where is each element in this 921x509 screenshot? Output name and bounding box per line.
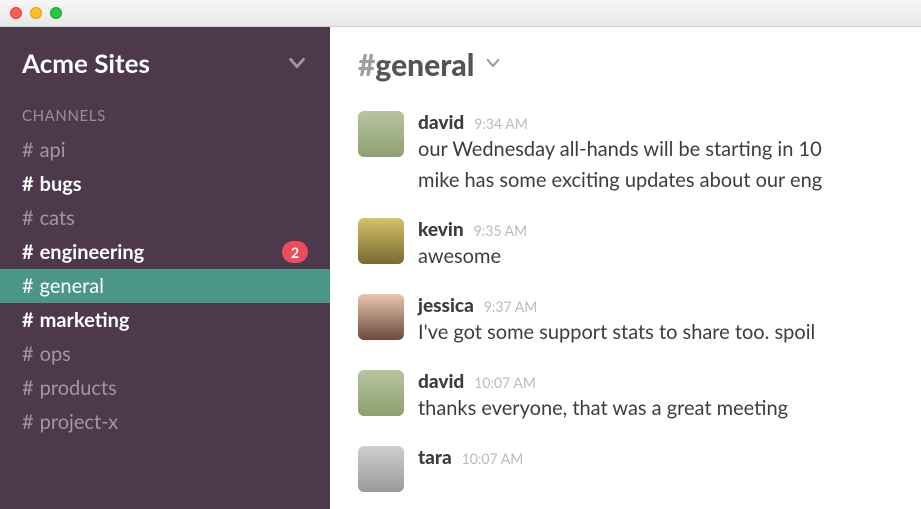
minimize-window-button[interactable]: [30, 7, 42, 19]
message-body: david 10:07 AM thanks everyone, that was a…: [418, 370, 921, 424]
message-author[interactable]: david: [418, 111, 464, 134]
channel-item-api[interactable]: #api: [0, 133, 330, 167]
avatar[interactable]: [358, 294, 404, 340]
hash-icon: #: [22, 410, 34, 434]
message-timestamp: 10:07 AM: [462, 450, 524, 467]
hash-icon: #: [22, 206, 34, 230]
zoom-window-button[interactable]: [50, 7, 62, 19]
channel-item-ops[interactable]: #ops: [0, 337, 330, 371]
team-switcher[interactable]: Acme Sites: [0, 27, 330, 101]
message-row: david 10:07 AM thanks everyone, that was a…: [358, 362, 921, 438]
avatar[interactable]: [358, 446, 404, 492]
hash-icon: #: [22, 172, 34, 196]
channel-label: cats: [40, 206, 75, 230]
channels-section-label: CHANNELS: [0, 101, 330, 133]
message-author[interactable]: tara: [418, 446, 452, 469]
message-header: kevin 9:35 AM: [418, 218, 921, 241]
channel-label: engineering: [40, 240, 145, 264]
message-timestamp: 9:34 AM: [474, 115, 527, 132]
team-name: Acme Sites: [22, 47, 150, 79]
avatar[interactable]: [358, 218, 404, 264]
message-text: awesome: [418, 241, 921, 272]
message-body: tara 10:07 AM: [418, 446, 921, 492]
message-author[interactable]: david: [418, 370, 464, 393]
channel-label: project-x: [40, 410, 119, 434]
hash-icon: #: [22, 240, 34, 264]
message-header: jessica 9:37 AM: [418, 294, 921, 317]
channel-list: #api#bugs#cats#engineering2#general#mark…: [0, 133, 330, 439]
channel-label: marketing: [40, 308, 130, 332]
channel-title: #general: [358, 47, 474, 83]
avatar[interactable]: [358, 111, 404, 157]
message-row: tara 10:07 AM: [358, 438, 921, 506]
message-body: david 9:34 AM our Wednesday all-hands will…: [418, 111, 921, 196]
app-frame: Acme Sites CHANNELS #api#bugs#cats#engin…: [0, 27, 921, 509]
message-author[interactable]: jessica: [418, 294, 474, 317]
message-body: jessica 9:37 AM I've got some support stat…: [418, 294, 921, 348]
message-author[interactable]: kevin: [418, 218, 464, 241]
channel-item-engineering[interactable]: #engineering 2: [0, 235, 330, 269]
hash-icon: #: [22, 376, 34, 400]
message-timestamp: 9:37 AM: [484, 298, 537, 315]
message-row: david 9:34 AM our Wednesday all-hands will…: [358, 103, 921, 210]
message-text: our Wednesday all-hands will be starting…: [418, 134, 921, 196]
channel-item-bugs[interactable]: #bugs: [0, 167, 330, 201]
channel-label: api: [40, 138, 66, 162]
message-timestamp: 10:07 AM: [474, 374, 536, 391]
channel-item-general[interactable]: #general: [0, 269, 330, 303]
channel-label: general: [40, 274, 104, 298]
hash-icon: #: [22, 138, 34, 162]
message-row: jessica 9:37 AM I've got some support stat…: [358, 286, 921, 362]
channel-label: bugs: [40, 172, 82, 196]
channel-name: general: [375, 47, 474, 83]
message-text: thanks everyone, that was a great meetin…: [418, 393, 921, 424]
conversation-pane: #general david 9:34 AM our Wednesday all-h…: [330, 27, 921, 509]
message-row: kevin 9:35 AM awesome: [358, 210, 921, 286]
channel-item-cats[interactable]: #cats: [0, 201, 330, 235]
hash-icon: #: [22, 308, 34, 332]
window-titlebar: [0, 0, 921, 27]
unread-badge: 2: [282, 241, 308, 263]
hash-icon: #: [358, 47, 375, 83]
close-window-button[interactable]: [10, 7, 22, 19]
channel-label: products: [40, 376, 117, 400]
chevron-down-icon: [286, 52, 308, 74]
channel-item-marketing[interactable]: #marketing: [0, 303, 330, 337]
message-header: david 9:34 AM: [418, 111, 921, 134]
channel-item-project-x[interactable]: #project-x: [0, 405, 330, 439]
channel-header[interactable]: #general: [330, 27, 921, 97]
hash-icon: #: [22, 342, 34, 366]
chevron-down-icon: [484, 54, 502, 76]
channel-label: ops: [40, 342, 71, 366]
channel-item-products[interactable]: #products: [0, 371, 330, 405]
message-list: david 9:34 AM our Wednesday all-hands will…: [330, 97, 921, 509]
message-header: david 10:07 AM: [418, 370, 921, 393]
message-text: I've got some support stats to share too…: [418, 317, 921, 348]
message-timestamp: 9:35 AM: [474, 222, 527, 239]
avatar[interactable]: [358, 370, 404, 416]
message-body: kevin 9:35 AM awesome: [418, 218, 921, 272]
message-header: tara 10:07 AM: [418, 446, 921, 469]
sidebar: Acme Sites CHANNELS #api#bugs#cats#engin…: [0, 27, 330, 509]
hash-icon: #: [22, 274, 34, 298]
